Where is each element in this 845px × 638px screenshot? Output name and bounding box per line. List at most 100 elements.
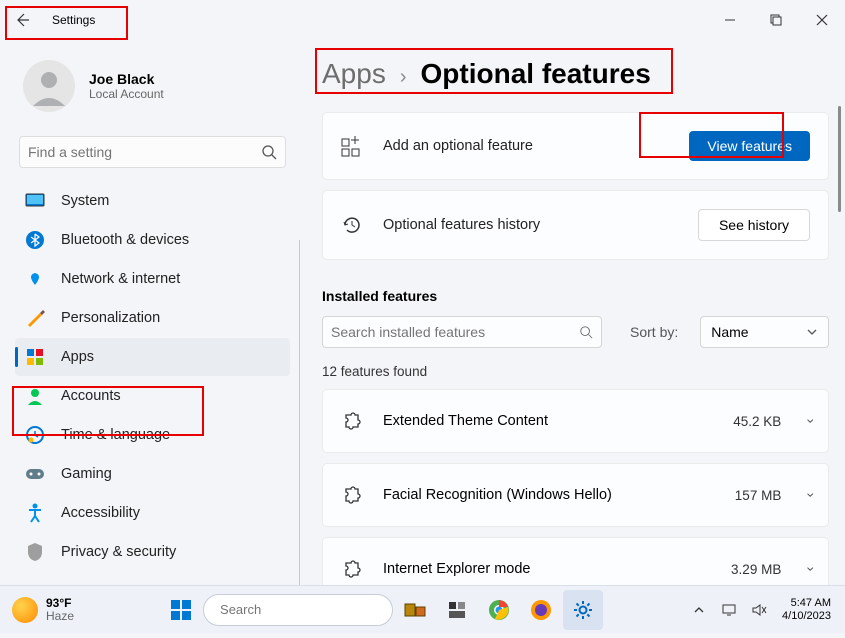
shield-icon (25, 542, 45, 562)
view-features-button[interactable]: View features (689, 131, 810, 161)
history-card: Optional features history See history (322, 190, 829, 260)
account-icon (25, 386, 45, 406)
sidebar-item-system[interactable]: System (15, 182, 290, 220)
feature-row[interactable]: Extended Theme Content 45.2 KB › (322, 389, 829, 453)
nav-label: Privacy & security (61, 544, 176, 560)
task-view-button[interactable] (395, 590, 435, 630)
tray-clock[interactable]: 5:47 AM 4/10/2023 (776, 597, 837, 623)
nav-label: System (61, 193, 109, 209)
minimize-icon (724, 14, 736, 26)
sidebar-item-accounts[interactable]: Accounts (15, 377, 290, 415)
clock-icon (25, 425, 45, 445)
feature-size: 3.29 MB (731, 562, 781, 577)
taskbar-app-firefox[interactable] (521, 590, 561, 630)
features-search-input[interactable] (331, 324, 579, 340)
profile-subtitle: Local Account (89, 87, 164, 101)
feature-name: Internet Explorer mode (383, 561, 711, 577)
nav-list: System Bluetooth & devices Network & int… (15, 182, 290, 571)
profile-block[interactable]: Joe Black Local Account (15, 50, 290, 130)
taskbar-app-chrome[interactable] (479, 590, 519, 630)
firefox-icon (530, 599, 552, 621)
taskbar-search-input[interactable] (220, 602, 396, 617)
chevron-right-icon: › (400, 66, 407, 89)
breadcrumb-parent[interactable]: Apps (322, 58, 386, 90)
arrow-left-icon (14, 12, 30, 28)
find-setting-search[interactable] (19, 136, 286, 168)
task-view-icon (404, 601, 426, 619)
gaming-icon (25, 464, 45, 484)
taskbar: 93°F Haze 5:47 AM 4/10/2023 (0, 585, 845, 633)
nav-label: Apps (61, 349, 94, 365)
accessibility-icon (25, 503, 45, 523)
taskbar-search[interactable] (203, 594, 393, 626)
feature-size: 157 MB (735, 488, 782, 503)
chevron-down-icon: › (804, 493, 820, 498)
puzzle-icon (341, 410, 363, 432)
network-icon (721, 603, 737, 617)
weather-condition: Haze (46, 610, 74, 623)
tray-overflow[interactable] (686, 590, 712, 630)
sidebar-item-personalization[interactable]: Personalization (15, 299, 290, 337)
content-area: Apps › Optional features Add an optional… (300, 40, 845, 585)
windows-icon (170, 599, 192, 621)
feature-row[interactable]: Facial Recognition (Windows Hello) 157 M… (322, 463, 829, 527)
sidebar-item-gaming[interactable]: Gaming (15, 455, 290, 493)
display-icon (25, 191, 45, 211)
nav-label: Bluetooth & devices (61, 232, 189, 248)
sidebar-item-apps[interactable]: Apps (15, 338, 290, 376)
tray-network[interactable] (716, 590, 742, 630)
chevron-down-icon: › (804, 567, 820, 572)
search-input[interactable] (28, 144, 261, 160)
time-text: 5:47 AM (782, 597, 831, 610)
back-button[interactable] (10, 8, 34, 32)
maximize-button[interactable] (753, 4, 799, 36)
feature-name: Extended Theme Content (383, 413, 713, 429)
profile-name: Joe Black (89, 71, 164, 87)
chevron-down-icon: › (804, 419, 820, 424)
person-icon (29, 66, 69, 106)
sidebar-item-bluetooth[interactable]: Bluetooth & devices (15, 221, 290, 259)
maximize-icon (770, 14, 782, 26)
sort-value: Name (711, 324, 748, 340)
add-feature-label: Add an optional feature (383, 138, 669, 154)
history-icon (341, 214, 363, 236)
taskbar-app-widgets[interactable] (437, 590, 477, 630)
feature-row[interactable]: Internet Explorer mode 3.29 MB › (322, 537, 829, 585)
puzzle-icon (341, 558, 363, 580)
window-title: Settings (52, 13, 95, 27)
sidebar-item-accessibility[interactable]: Accessibility (15, 494, 290, 532)
sidebar-item-privacy[interactable]: Privacy & security (15, 533, 290, 571)
add-feature-card: Add an optional feature View features (322, 112, 829, 180)
nav-label: Gaming (61, 466, 112, 482)
search-icon (261, 144, 277, 160)
history-label: Optional features history (383, 217, 678, 233)
chevron-up-icon (693, 604, 705, 616)
weather-icon (12, 597, 38, 623)
nav-label: Network & internet (61, 271, 180, 287)
search-installed-features[interactable] (322, 316, 602, 348)
sort-label: Sort by: (630, 324, 678, 340)
see-history-button[interactable]: See history (698, 209, 810, 241)
tray-volume[interactable] (746, 590, 772, 630)
search-icon (579, 325, 593, 339)
titlebar: Settings (0, 0, 845, 40)
nav-label: Time & language (61, 427, 170, 443)
feature-size: 45.2 KB (733, 414, 781, 429)
date-text: 4/10/2023 (782, 610, 831, 623)
add-app-icon (341, 135, 363, 157)
start-button[interactable] (161, 590, 201, 630)
close-icon (816, 14, 828, 26)
sidebar-item-time[interactable]: Time & language (15, 416, 290, 454)
chevron-down-icon (806, 326, 818, 338)
apps-icon (25, 347, 45, 367)
sort-dropdown[interactable]: Name (700, 316, 829, 348)
sidebar-item-network[interactable]: Network & internet (15, 260, 290, 298)
taskbar-weather[interactable]: 93°F Haze (8, 597, 78, 623)
gear-icon (572, 599, 594, 621)
taskbar-app-settings[interactable] (563, 590, 603, 630)
puzzle-icon (341, 484, 363, 506)
scrollbar[interactable] (838, 106, 841, 212)
close-button[interactable] (799, 4, 845, 36)
nav-label: Personalization (61, 310, 160, 326)
minimize-button[interactable] (707, 4, 753, 36)
